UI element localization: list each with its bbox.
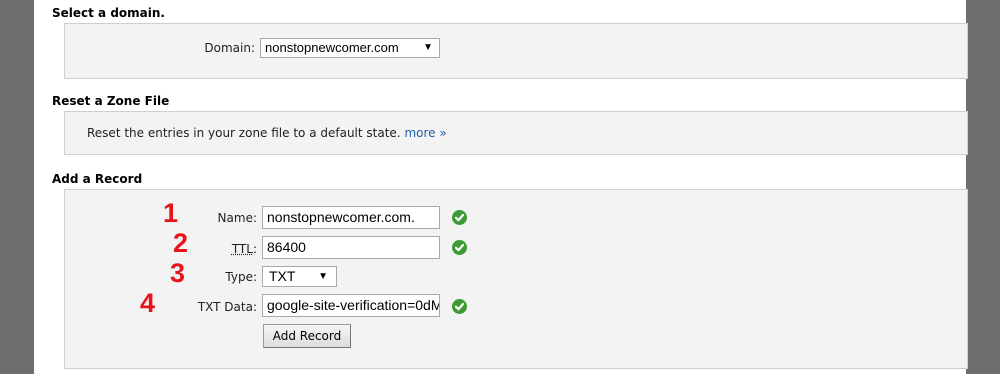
reset-zone-heading: Reset a Zone File bbox=[52, 94, 170, 108]
domain-select[interactable]: nonstopnewcomer.com ▼ bbox=[260, 38, 440, 58]
reset-zone-text-line: Reset the entries in your zone file to a… bbox=[87, 126, 447, 140]
more-link[interactable]: more » bbox=[404, 126, 446, 140]
annotation-number-2: 2 bbox=[173, 228, 189, 258]
check-icon bbox=[452, 240, 467, 255]
domain-select-value: nonstopnewcomer.com bbox=[265, 40, 399, 55]
reset-zone-text: Reset the entries in your zone file to a… bbox=[87, 126, 401, 140]
type-select[interactable]: TXT ▼ bbox=[262, 266, 337, 287]
txt-data-label: TXT Data: bbox=[197, 300, 257, 314]
domain-label: Domain: bbox=[204, 41, 255, 55]
select-domain-heading: Select a domain. bbox=[52, 6, 165, 20]
reset-zone-panel: Reset the entries in your zone file to a… bbox=[64, 111, 968, 155]
check-icon bbox=[452, 210, 467, 225]
check-icon bbox=[452, 299, 467, 314]
type-select-value: TXT bbox=[269, 268, 296, 284]
name-field[interactable]: nonstopnewcomer.com. bbox=[262, 206, 440, 229]
add-record-panel: 1 Name: nonstopnewcomer.com. 2 TTL: 8640… bbox=[64, 189, 968, 369]
chevron-down-icon: ▼ bbox=[318, 271, 328, 282]
ttl-label: TTL: bbox=[215, 242, 257, 256]
add-record-heading: Add a Record bbox=[52, 172, 143, 186]
annotation-number-4: 4 bbox=[140, 288, 156, 318]
ttl-abbr: TTL bbox=[231, 242, 253, 256]
select-domain-panel: Domain: nonstopnewcomer.com ▼ bbox=[64, 23, 968, 79]
annotation-number-3: 3 bbox=[170, 258, 186, 288]
page: Select a domain. Domain: nonstopnewcomer… bbox=[34, 0, 968, 374]
ttl-label-colon: : bbox=[252, 242, 257, 256]
annotation-number-1: 1 bbox=[163, 198, 179, 228]
txt-data-field[interactable]: google-site-verification=0dM bbox=[262, 294, 440, 317]
ttl-field[interactable]: 86400 bbox=[262, 236, 440, 259]
add-record-button[interactable]: Add Record bbox=[263, 324, 351, 348]
type-label: Type: bbox=[225, 270, 257, 284]
name-label: Name: bbox=[217, 211, 257, 225]
chevron-down-icon: ▼ bbox=[423, 42, 433, 53]
